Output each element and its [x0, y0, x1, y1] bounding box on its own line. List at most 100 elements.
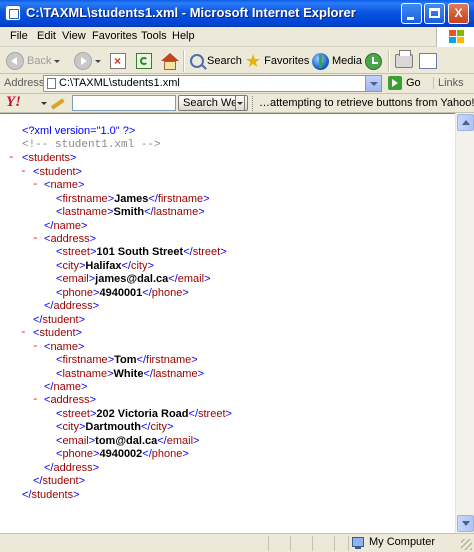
- printer-icon: [395, 50, 413, 68]
- media-icon: [312, 52, 329, 70]
- back-button[interactable]: Back: [6, 50, 61, 72]
- xml-close-address: </address>: [44, 300, 100, 312]
- xml-close-name: </name>: [44, 381, 88, 393]
- maximize-button[interactable]: [424, 3, 445, 24]
- refresh-button[interactable]: [136, 50, 152, 72]
- xml-street: <street>202 Victoria Road</street>: [56, 408, 232, 420]
- favorites-label: Favorites: [264, 55, 310, 67]
- xml-city: <city>Halifax</city>: [56, 260, 154, 272]
- xml-phone: <phone>4940002</phone>: [56, 448, 189, 460]
- search-label: Search: [207, 55, 242, 67]
- collapse-toggle[interactable]: -: [32, 394, 39, 406]
- menu-help[interactable]: Help: [172, 30, 195, 42]
- pencil-icon[interactable]: [50, 98, 65, 110]
- xml-open-students: <students>: [22, 152, 77, 164]
- close-button[interactable]: X: [448, 3, 469, 24]
- forward-dropdown-icon[interactable]: [95, 59, 101, 63]
- forward-arrow-icon: [74, 52, 92, 70]
- xml-firstname: <firstname>James</firstname>: [56, 193, 210, 205]
- home-icon: [161, 53, 179, 70]
- yahoo-logo-button[interactable]: Y!: [6, 94, 21, 111]
- xml-city: <city>Dartmouth</city>: [56, 421, 174, 433]
- history-icon: [365, 52, 382, 70]
- menu-file[interactable]: File: [10, 30, 28, 42]
- home-button[interactable]: [161, 50, 179, 72]
- windows-logo-icon: [436, 27, 474, 47]
- xml-lastname: <lastname>White</lastname>: [56, 368, 205, 380]
- xml-close-student: </student>: [33, 475, 86, 487]
- xml-comment: <!-- student1.xml -->: [22, 139, 161, 151]
- address-dropdown-icon[interactable]: [365, 76, 381, 91]
- address-input[interactable]: C:\TAXML\students1.xml: [43, 75, 382, 92]
- standard-toolbar: Back × Search ★ Favorites Media: [0, 47, 474, 74]
- media-button[interactable]: Media: [312, 50, 362, 72]
- xml-close-students: </students>: [22, 489, 80, 501]
- toolbar-grip[interactable]: [252, 96, 256, 111]
- scroll-down-button[interactable]: [457, 515, 474, 532]
- yahoo-search-input[interactable]: [72, 95, 176, 111]
- collapse-toggle[interactable]: -: [8, 152, 15, 164]
- back-dropdown-icon[interactable]: [54, 59, 61, 63]
- window-title: C:\TAXML\students1.xml - Microsoft Inter…: [26, 5, 356, 20]
- collapse-toggle[interactable]: -: [32, 179, 39, 191]
- refresh-icon: [136, 53, 152, 69]
- address-label: Address: [4, 77, 45, 89]
- history-button[interactable]: [365, 50, 382, 72]
- minimize-icon: [407, 17, 414, 20]
- search-button[interactable]: Search: [190, 50, 242, 72]
- page-icon: [47, 78, 56, 89]
- minimize-button[interactable]: [401, 3, 422, 24]
- print-button[interactable]: [395, 50, 413, 72]
- xml-lastname: <lastname>Smith</lastname>: [56, 206, 205, 218]
- xml-close-student: </student>: [33, 314, 86, 326]
- menu-tools[interactable]: Tools: [141, 30, 167, 42]
- xml-declaration: <?xml version="1.0" ?>: [22, 125, 136, 137]
- status-pane: [334, 536, 348, 551]
- toolbar-separator: [388, 50, 390, 72]
- star-icon: ★: [245, 51, 262, 71]
- status-pane: [268, 536, 290, 551]
- menu-favorites[interactable]: Favorites: [92, 30, 137, 42]
- collapse-toggle[interactable]: -: [32, 233, 39, 245]
- scroll-up-button[interactable]: [457, 114, 474, 131]
- search-icon: [190, 54, 204, 68]
- collapse-toggle[interactable]: -: [20, 327, 27, 339]
- maximize-icon: [429, 8, 440, 18]
- xml-open-address: <address>: [44, 233, 97, 245]
- menu-bar: File Edit View Favorites Tools Help: [0, 27, 474, 47]
- computer-icon: [352, 537, 364, 549]
- links-button[interactable]: Links: [433, 77, 464, 89]
- xml-email: <email>james@dal.ca</email>: [56, 273, 211, 285]
- forward-button[interactable]: [74, 50, 101, 72]
- menu-edit[interactable]: Edit: [37, 30, 56, 42]
- title-bar[interactable]: C:\TAXML\students1.xml - Microsoft Inter…: [0, 0, 474, 27]
- search-web-dropdown-icon[interactable]: [235, 95, 245, 111]
- go-button[interactable]: Go: [388, 76, 421, 90]
- ie-page-icon[interactable]: [5, 5, 21, 21]
- status-bar: My Computer: [0, 533, 474, 552]
- vertical-scrollbar[interactable]: [455, 113, 474, 533]
- xml-close-name: </name>: [44, 220, 88, 232]
- xml-viewer: <?xml version="1.0" ?> <!-- student1.xml…: [0, 113, 455, 533]
- xml-open-student: <student>: [33, 327, 82, 339]
- back-label: Back: [27, 55, 52, 67]
- favorites-button[interactable]: ★ Favorites: [245, 50, 309, 72]
- collapse-toggle[interactable]: -: [32, 341, 39, 353]
- toolbar-separator: [183, 50, 185, 72]
- yahoo-status-text: …attempting to retrieve buttons from Yah…: [259, 97, 474, 109]
- collapse-toggle[interactable]: -: [20, 166, 27, 178]
- stop-button[interactable]: ×: [110, 50, 126, 72]
- xml-email: <email>tom@dal.ca</email>: [56, 435, 200, 447]
- menu-view[interactable]: View: [62, 30, 86, 42]
- resize-grip[interactable]: [461, 539, 472, 550]
- yahoo-toolbar: Y! Search Web …attempting to retrieve bu…: [0, 94, 474, 113]
- address-value[interactable]: C:\TAXML\students1.xml: [59, 77, 180, 89]
- edit-button[interactable]: [419, 50, 437, 72]
- go-label: Go: [406, 77, 421, 89]
- zone-label: My Computer: [369, 536, 436, 548]
- back-arrow-icon: [6, 52, 24, 70]
- xml-street: <street>101 South Street</street>: [56, 246, 227, 258]
- status-pane: [312, 536, 334, 551]
- xml-open-name: <name>: [44, 341, 85, 353]
- yahoo-dropdown-icon[interactable]: [41, 102, 47, 105]
